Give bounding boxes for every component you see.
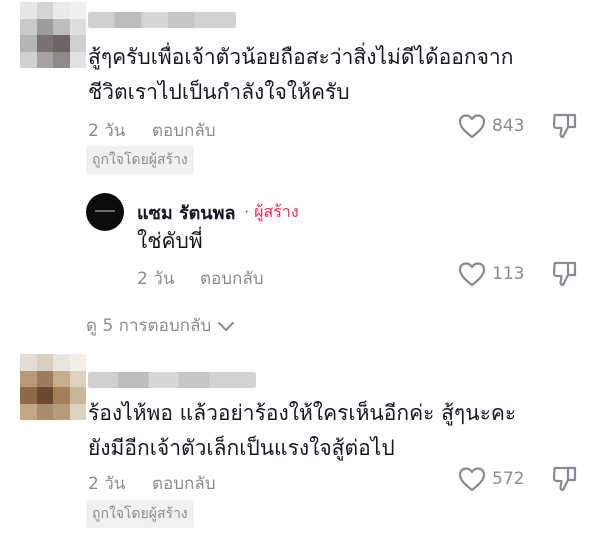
- comment-time: 2 วัน: [88, 121, 126, 141]
- reply-text: ใช่คับพี่: [137, 229, 203, 253]
- view-more-label: ดู 5 การตอบกลับ: [86, 316, 212, 336]
- reply-button[interactable]: ตอบกลับ: [200, 265, 264, 292]
- liked-by-creator-badge: ถูกใจโดยผู้สร้าง: [86, 146, 194, 174]
- creator-name[interactable]: แซม รัตนพล: [137, 198, 236, 227]
- comment-text-line: สู้ๆครับเพื่อเจ้าตัวน้อยถือสะว่าสิ่งไม่ด…: [88, 45, 514, 69]
- comment-1: สู้ๆครับเพื่อเจ้าตัวน้อยถือสะว่าสิ่งไม่ด…: [0, 0, 600, 175]
- creator-label: · ผู้สร้าง: [244, 202, 299, 221]
- reply-button[interactable]: ตอบกลับ: [152, 470, 216, 497]
- creator-avatar[interactable]: [86, 193, 124, 231]
- comment-text-line: ร้องไห้พอ แล้วอย่าร้องให้ใครเห็นอีกค่ะ ส…: [88, 401, 517, 425]
- comment-text: ร้องไห้พอ แล้วอย่าร้องให้ใครเห็นอีกค่ะ ส…: [88, 396, 516, 466]
- view-more-replies-button[interactable]: ดู 5 การตอบกลับ: [86, 312, 235, 339]
- comment-text-line: ชีวิตเราไปเป็นกำลังใจให้ครับ: [88, 80, 350, 104]
- like-button[interactable]: 113: [458, 261, 524, 287]
- avatar[interactable]: [20, 2, 86, 68]
- comment-text-line: ยังมีอีกเจ้าตัวเล็กเป็นแรงใจสู้ต่อไป: [88, 436, 395, 460]
- heart-outline-icon: [458, 114, 486, 139]
- like-count: 572: [492, 469, 525, 489]
- username-blurred[interactable]: [88, 372, 256, 388]
- thumbs-down-outline-icon[interactable]: [552, 260, 578, 288]
- creator-reply: แซม รัตนพล · ผู้สร้าง ใช่คับพี่ 2 วัน ตอ…: [0, 190, 600, 290]
- chevron-down-icon: [218, 321, 235, 331]
- thumbs-down-outline-icon[interactable]: [552, 112, 578, 140]
- reply-button[interactable]: ตอบกลับ: [152, 117, 216, 144]
- like-count: 843: [492, 116, 525, 136]
- avatar-logo: [95, 210, 115, 212]
- comment-text: สู้ๆครับเพื่อเจ้าตัวน้อยถือสะว่าสิ่งไม่ด…: [88, 40, 513, 110]
- comment-2: ร้องไห้พอ แล้วอย่าร้องให้ใครเห็นอีกค่ะ ส…: [0, 354, 600, 533]
- heart-outline-icon: [458, 262, 486, 287]
- heart-outline-icon: [458, 467, 486, 492]
- avatar[interactable]: [20, 354, 86, 420]
- liked-by-creator-badge: ถูกใจโดยผู้สร้าง: [86, 500, 194, 528]
- like-count: 113: [492, 264, 525, 284]
- comment-time: 2 วัน: [88, 474, 126, 494]
- like-button[interactable]: 572: [458, 466, 524, 492]
- thumbs-down-outline-icon[interactable]: [552, 465, 578, 493]
- reply-time: 2 วัน: [137, 269, 175, 289]
- username-blurred[interactable]: [88, 12, 236, 28]
- like-button[interactable]: 843: [458, 113, 524, 139]
